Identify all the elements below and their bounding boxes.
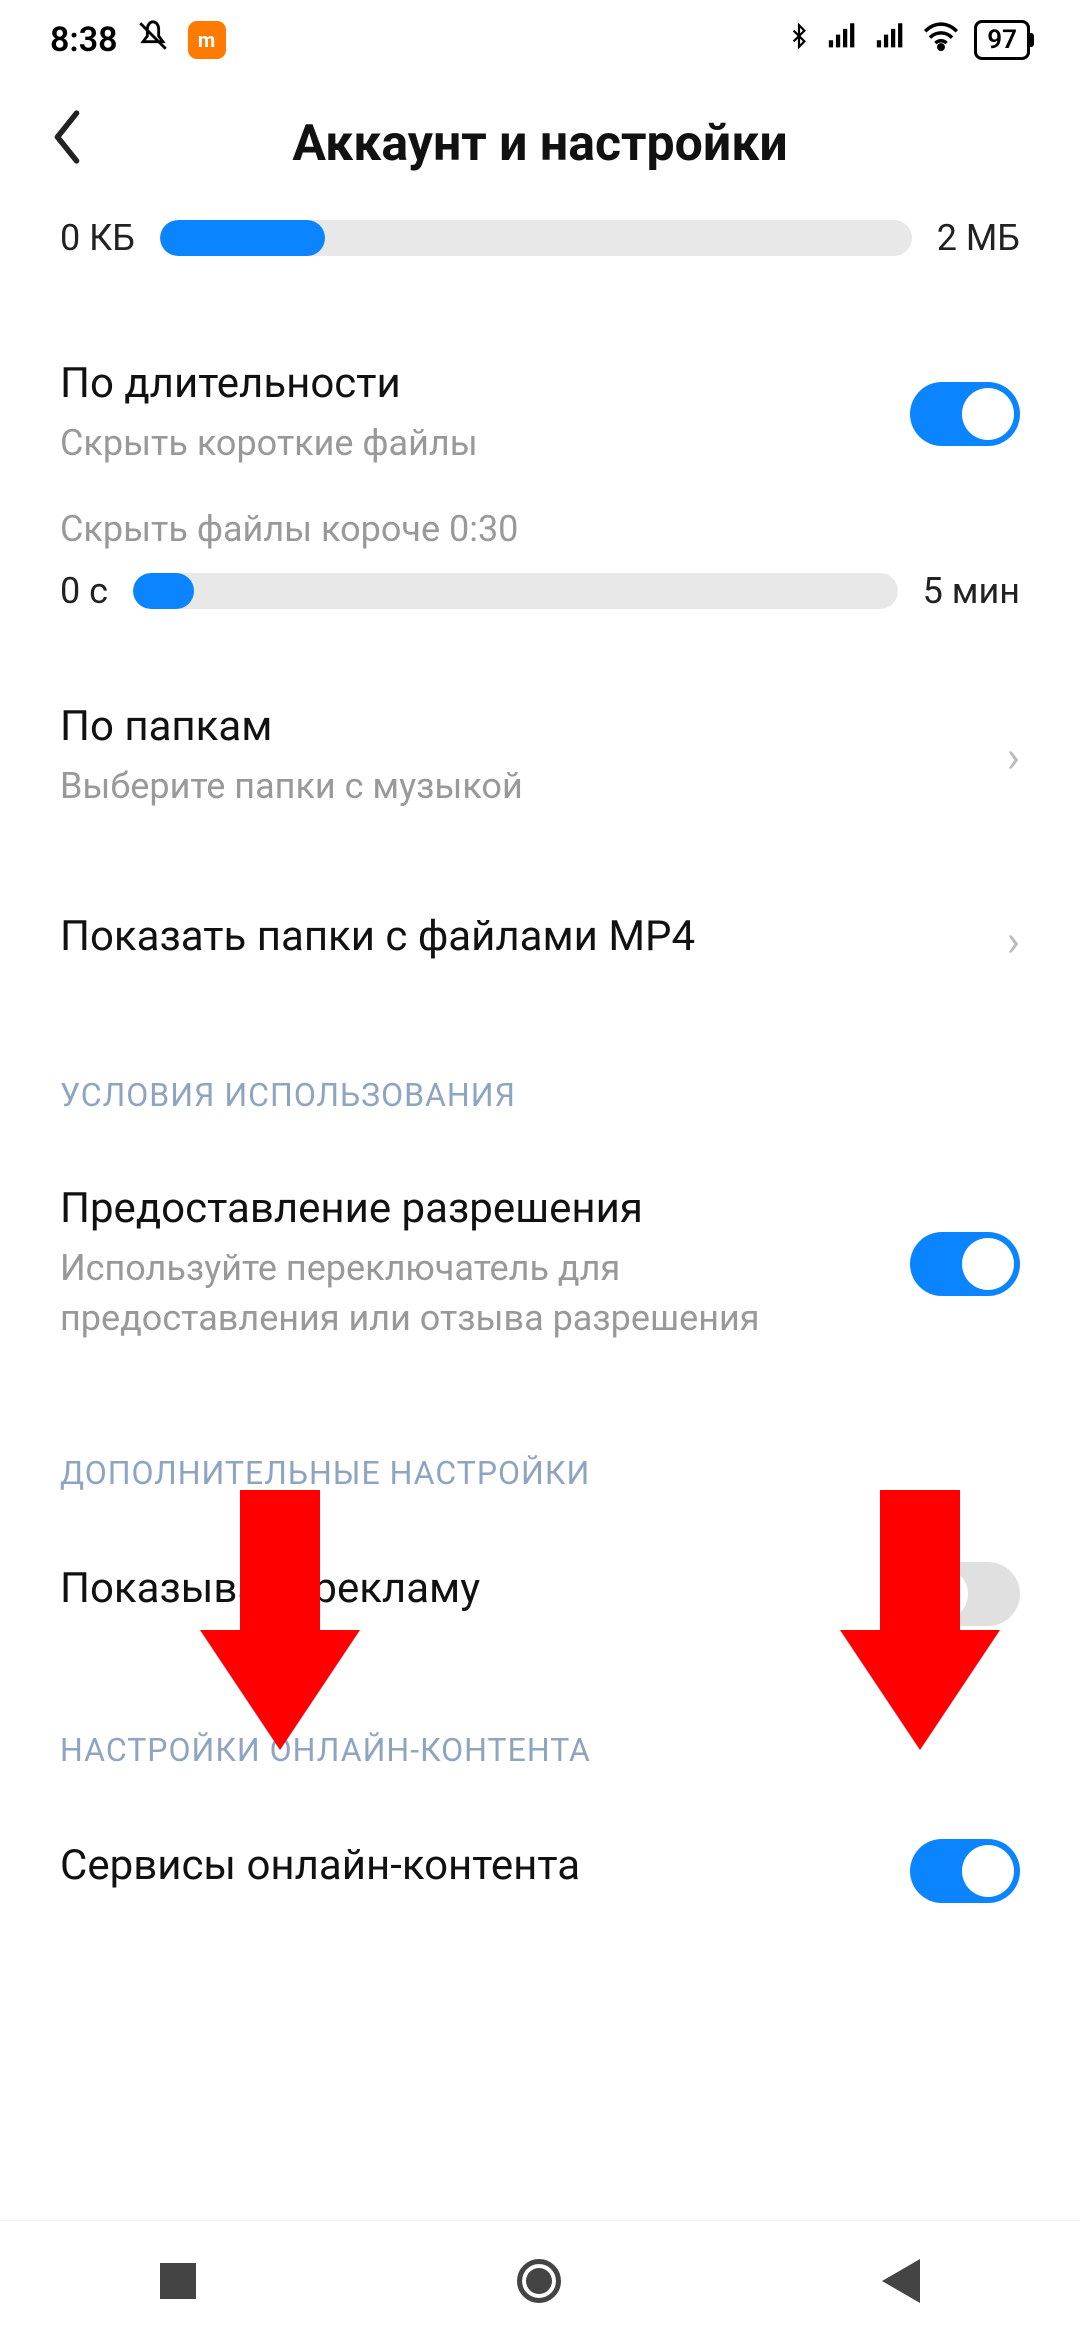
size-max-label: 2 МБ bbox=[937, 217, 1020, 259]
section-online: НАСТРОЙКИ ОНЛАЙН-КОНТЕНТА bbox=[60, 1676, 1020, 1789]
status-time: 8:38 bbox=[50, 20, 118, 60]
folders-title: По папкам bbox=[60, 702, 977, 751]
wifi-icon bbox=[922, 20, 960, 60]
duration-min-label: 0 с bbox=[60, 570, 108, 612]
size-filter-slider-row: 0 КБ 2 МБ bbox=[60, 217, 1020, 259]
online-services-toggle[interactable] bbox=[910, 1839, 1020, 1903]
duration-toggle[interactable] bbox=[910, 382, 1020, 446]
permission-item: Предоставление разрешения Используйте пе… bbox=[60, 1134, 1020, 1374]
size-slider-fill bbox=[160, 220, 325, 256]
status-bar: 8:38 m 97 bbox=[0, 0, 1080, 80]
bluetooth-icon bbox=[786, 19, 812, 62]
permission-title: Предоставление разрешения bbox=[60, 1184, 880, 1233]
app-icon: m bbox=[188, 21, 226, 59]
battery-indicator: 97 bbox=[974, 20, 1030, 60]
duration-slider-fill bbox=[133, 573, 194, 609]
duration-max-label: 5 мин bbox=[923, 570, 1020, 612]
duration-filter-item: По длительности Скрыть короткие файлы bbox=[60, 269, 1020, 478]
ads-title: Показывать рекламу bbox=[60, 1564, 880, 1613]
duration-title: По длительности bbox=[60, 359, 880, 408]
online-services-item: Сервисы онлайн-контента bbox=[60, 1789, 1020, 1953]
section-additional: ДОПОЛНИТЕЛЬНЫЕ НАСТРОЙКИ bbox=[60, 1374, 1020, 1512]
duration-hint: Скрыть файлы короче 0:30 bbox=[60, 478, 1020, 570]
nav-recents-button[interactable] bbox=[160, 2263, 196, 2299]
duration-slider[interactable] bbox=[133, 573, 898, 609]
online-services-title: Сервисы онлайн-контента bbox=[60, 1841, 880, 1890]
android-nav-bar bbox=[0, 2220, 1080, 2340]
chevron-right-icon: › bbox=[1007, 731, 1020, 783]
size-slider[interactable] bbox=[160, 220, 912, 256]
signal-icon-1 bbox=[826, 20, 860, 60]
nav-back-button[interactable] bbox=[882, 2259, 920, 2303]
folders-item[interactable]: По папкам Выберите папки с музыкой › bbox=[60, 652, 1020, 861]
page-header: Аккаунт и настройки bbox=[0, 80, 1080, 217]
mute-icon bbox=[136, 19, 170, 62]
duration-slider-row: 0 с 5 мин bbox=[60, 570, 1020, 612]
permission-subtitle: Используйте переключатель для предоставл… bbox=[60, 1243, 880, 1344]
ads-toggle[interactable] bbox=[910, 1562, 1020, 1626]
signal-icon-2 bbox=[874, 20, 908, 60]
nav-home-button[interactable] bbox=[517, 2259, 561, 2303]
permission-toggle[interactable] bbox=[910, 1232, 1020, 1296]
chevron-right-icon: › bbox=[1007, 915, 1020, 967]
folders-subtitle: Выберите папки с музыкой bbox=[60, 761, 977, 811]
mp4-title: Показать папки с файлами MP4 bbox=[60, 912, 977, 961]
section-terms: УСЛОВИЯ ИСПОЛЬЗОВАНИЯ bbox=[60, 1021, 1020, 1134]
show-ads-item: Показывать рекламу bbox=[60, 1512, 1020, 1676]
mp4-folders-item[interactable]: Показать папки с файлами MP4 › bbox=[60, 862, 1020, 1021]
page-title: Аккаунт и настройки bbox=[50, 115, 1030, 173]
size-min-label: 0 КБ bbox=[60, 217, 135, 259]
duration-subtitle: Скрыть короткие файлы bbox=[60, 418, 880, 468]
